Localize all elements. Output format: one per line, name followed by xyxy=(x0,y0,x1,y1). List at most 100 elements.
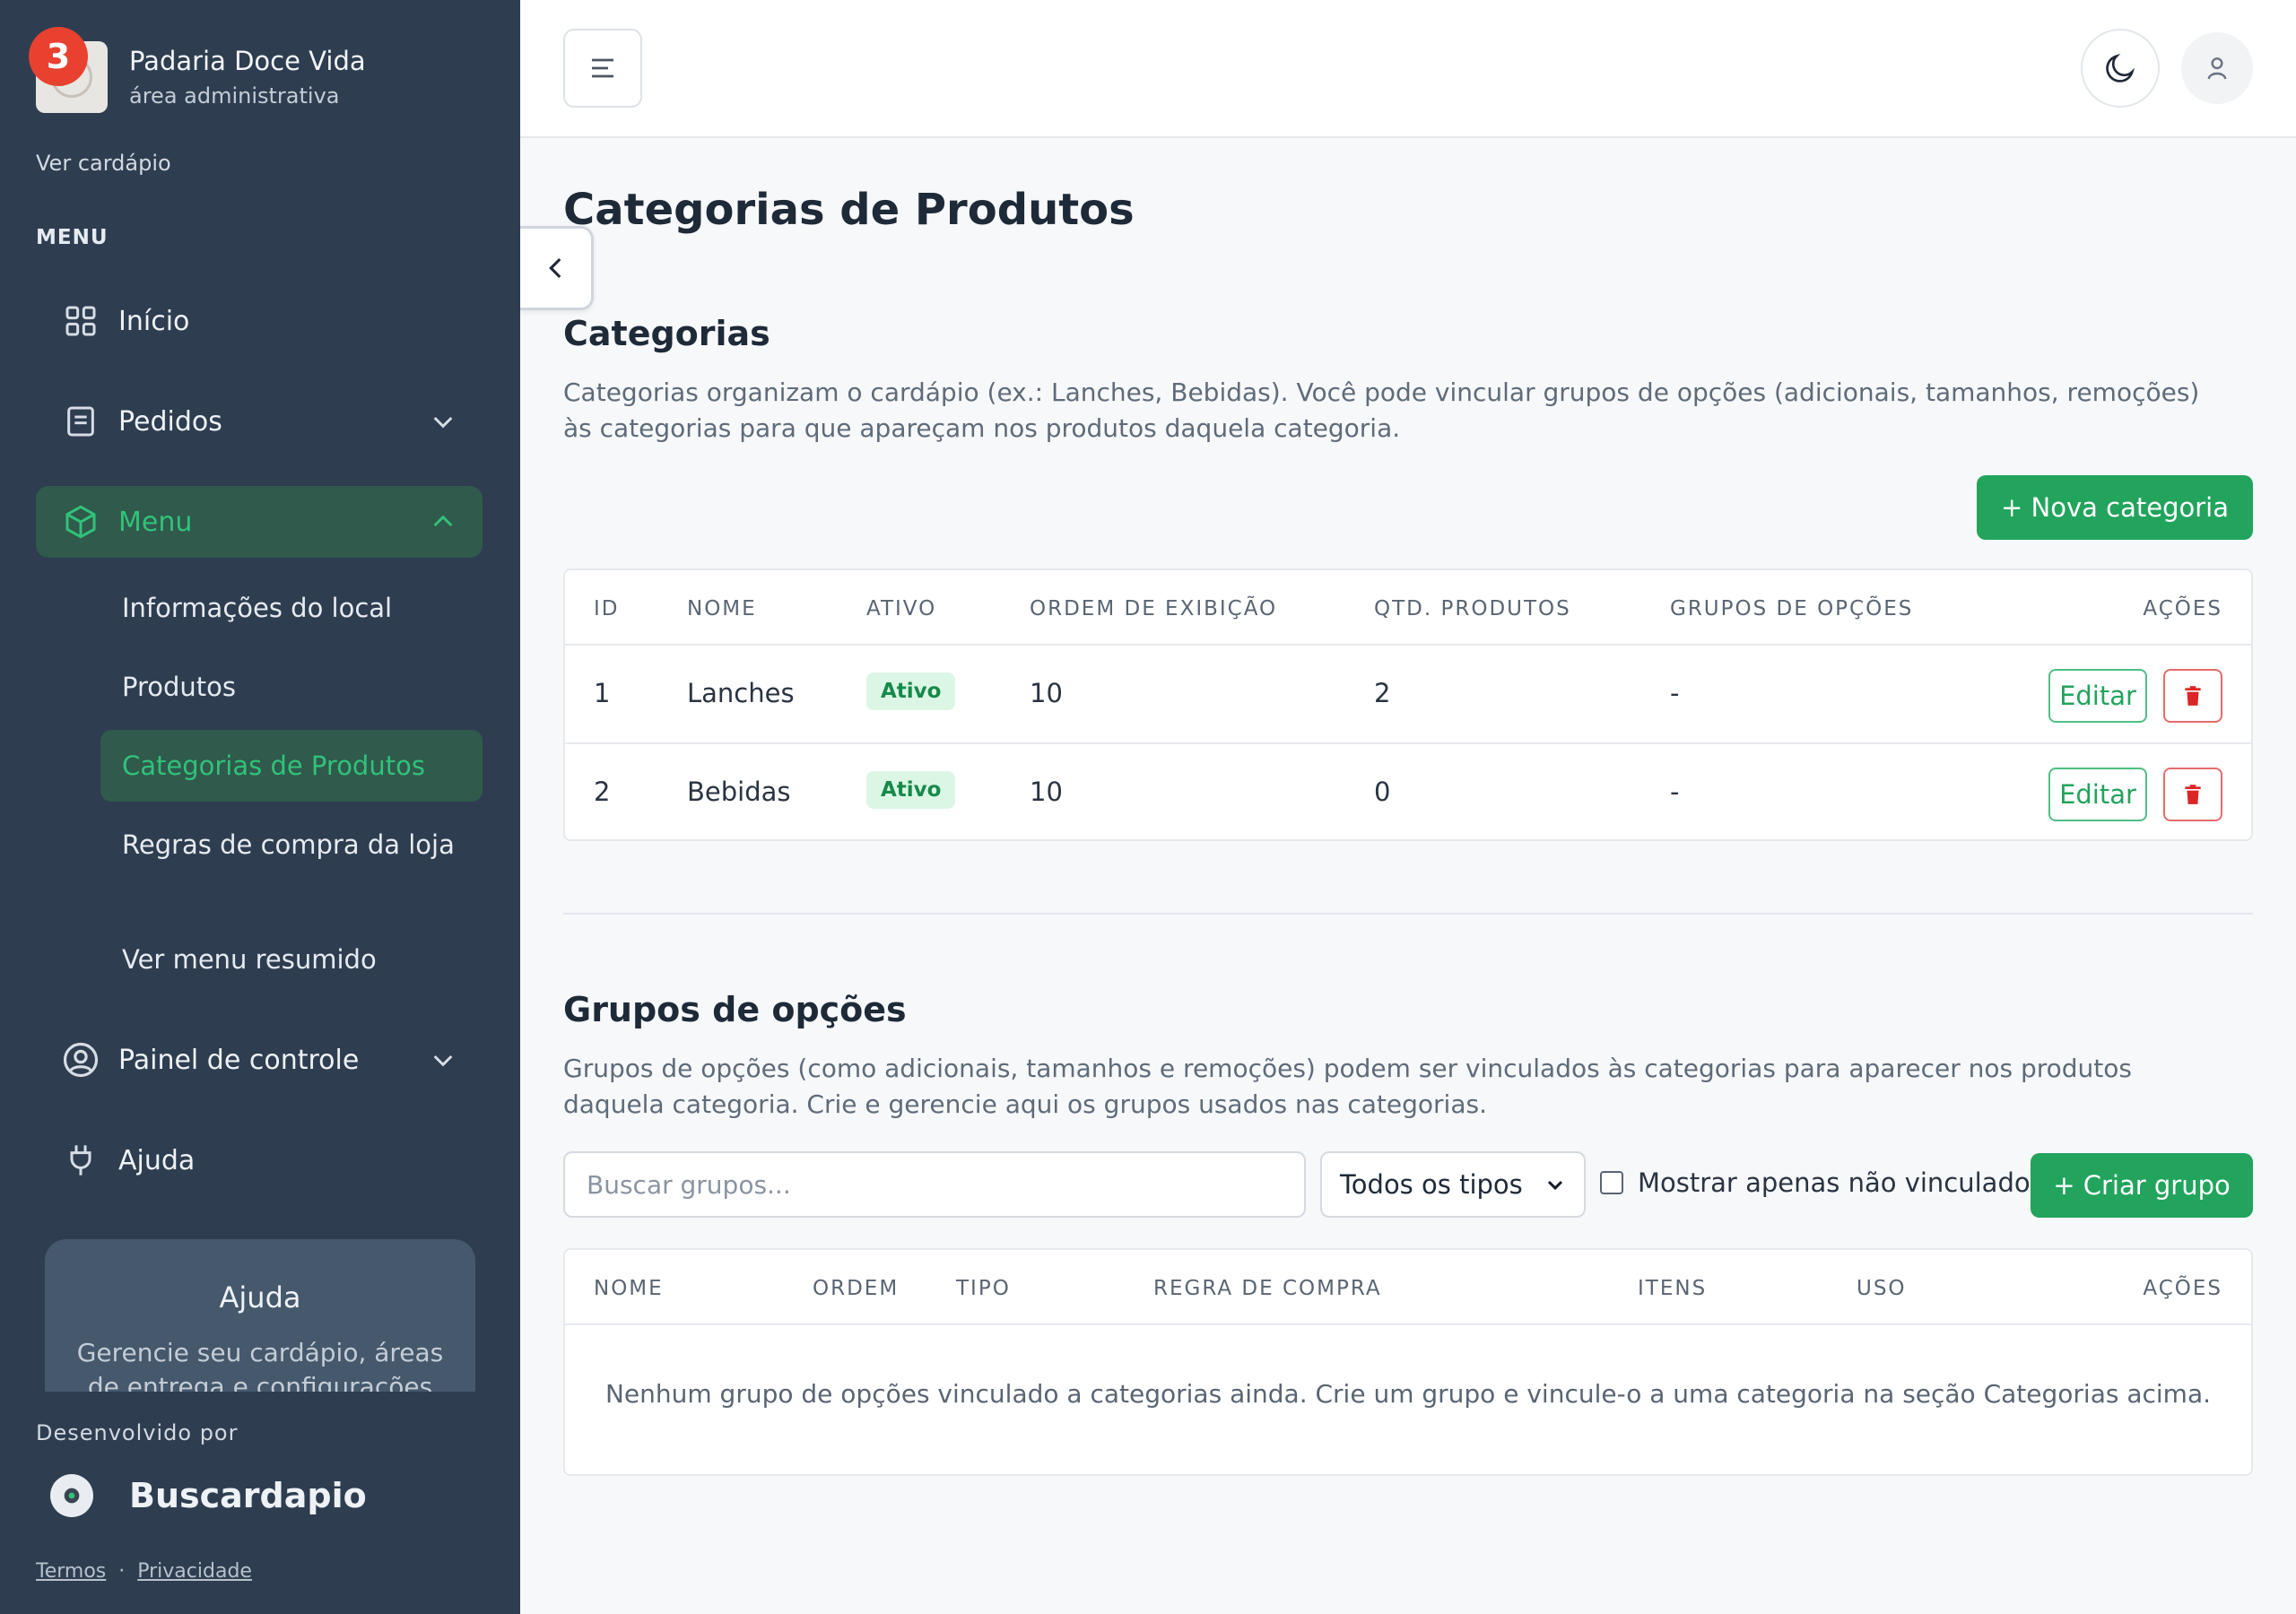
category-id: 2 xyxy=(594,777,611,807)
column-header[interactable]: REGRA DE COMPRA xyxy=(1153,1277,1382,1300)
sidebar: Padaria Doce Vida área administrativa 3 … xyxy=(0,0,520,1614)
user-circle-icon xyxy=(56,1035,106,1085)
store-name: Padaria Doce Vida xyxy=(129,46,366,76)
create-group-button[interactable]: + Criar grupo xyxy=(2031,1153,2253,1218)
top-bar xyxy=(520,0,2296,138)
section-divider xyxy=(563,913,2253,915)
option-groups-description: Grupos de opções (como adicionais, taman… xyxy=(563,1054,2132,1119)
help-card-text: Gerencie seu cardápio, áreas de entrega … xyxy=(76,1338,444,1392)
grid-icon xyxy=(56,296,106,346)
theme-toggle-button[interactable] xyxy=(2081,29,2160,108)
menu-section-label: MENU xyxy=(36,226,109,249)
type-filter-value: Todos os tipos xyxy=(1340,1169,1523,1200)
plug-icon xyxy=(56,1135,106,1185)
sidebar-item-ajuda[interactable]: Ajuda xyxy=(36,1124,483,1196)
table-row: 2 Bebidas Ativo 10 0 - Editar xyxy=(565,742,2251,841)
new-category-button[interactable]: + Nova categoria xyxy=(1977,475,2253,540)
column-header[interactable]: NOME xyxy=(687,597,757,620)
type-filter-select[interactable]: Todos os tipos xyxy=(1320,1151,1586,1218)
legal-separator: · xyxy=(118,1560,126,1583)
help-card-title: Ajuda xyxy=(219,1280,301,1315)
empty-state-message: Nenhum grupo de opções vinculado a categ… xyxy=(604,1379,2212,1409)
sidebar-item-label: Ajuda xyxy=(118,1144,196,1176)
view-menu-link[interactable]: Ver cardápio xyxy=(36,151,171,176)
display-order: 10 xyxy=(1030,678,1063,708)
submenu-item-produtos[interactable]: Produtos xyxy=(100,669,483,705)
unlinked-only-label: Mostrar apenas não vinculados xyxy=(1638,1167,2044,1198)
option-groups-section-title: Grupos de opções xyxy=(563,990,907,1029)
status-badge: Ativo xyxy=(866,771,956,809)
chevron-up-icon xyxy=(433,515,453,527)
sidebar-item-label: Pedidos xyxy=(118,405,222,438)
chevron-left-icon xyxy=(548,257,561,279)
terms-link[interactable]: Termos xyxy=(36,1560,106,1583)
status-badge: Ativo xyxy=(866,672,956,710)
column-header[interactable]: TIPO xyxy=(956,1277,1011,1300)
category-name: Bebidas xyxy=(687,777,791,807)
column-header[interactable]: ID xyxy=(594,597,620,620)
empty-row: Nenhum grupo de opções vinculado a categ… xyxy=(565,1323,2251,1476)
categories-description: Categorias organizam o cardápio (ex.: La… xyxy=(563,377,2200,443)
column-header: AÇÕES xyxy=(2143,597,2222,620)
sidebar-item-painel[interactable]: Painel de controle xyxy=(36,1024,483,1096)
sidebar-item-label: Painel de controle xyxy=(118,1044,360,1076)
column-header[interactable]: ITENS xyxy=(1638,1277,1707,1300)
submenu-item-regras-compra[interactable]: Regras de compra da loja xyxy=(100,827,483,863)
edit-button[interactable]: Editar xyxy=(2048,669,2147,723)
user-icon xyxy=(2207,57,2227,80)
sidebar-item-pedidos[interactable]: Pedidos xyxy=(36,386,483,457)
buscardapio-logo-icon xyxy=(50,1474,93,1517)
notification-badge[interactable]: 3 xyxy=(29,27,88,86)
submenu-item-categorias[interactable]: Categorias de Produtos xyxy=(100,730,483,802)
column-header[interactable]: ATIVO xyxy=(866,597,936,620)
submenu-item-informacoes[interactable]: Informações do local xyxy=(100,590,483,626)
delete-button[interactable] xyxy=(2163,669,2222,723)
developer-brand[interactable]: Buscardapio xyxy=(50,1474,367,1517)
page-title: Categorias de Produtos xyxy=(563,185,1135,235)
search-groups-input[interactable] xyxy=(563,1151,1306,1218)
category-name: Lanches xyxy=(687,678,795,708)
sidebar-item-inicio[interactable]: Início xyxy=(36,285,483,357)
developer-name: Buscardapio xyxy=(129,1476,367,1515)
column-header[interactable]: ORDEM DE EXIBIÇÃO xyxy=(1030,597,1277,620)
moon-icon xyxy=(2106,53,2135,82)
column-header[interactable]: QTD. PRODUTOS xyxy=(1374,597,1571,620)
developed-by-label: Desenvolvido por xyxy=(36,1420,239,1445)
delete-button[interactable] xyxy=(2163,768,2222,821)
option-groups: - xyxy=(1670,777,1680,807)
column-header[interactable]: NOME xyxy=(594,1277,664,1300)
user-menu-button[interactable] xyxy=(2181,32,2253,104)
product-count: 0 xyxy=(1374,777,1391,807)
option-groups-table: NOME ORDEM TIPO REGRA DE COMPRA ITENS US… xyxy=(563,1248,2253,1476)
trash-icon xyxy=(2185,785,2201,804)
store-subtitle: área administrativa xyxy=(129,83,340,108)
category-id: 1 xyxy=(594,678,611,708)
table-row: 1 Lanches Ativo 10 2 - Editar xyxy=(565,644,2251,742)
column-header[interactable]: GRUPOS DE OPÇÕES xyxy=(1670,597,1913,620)
categories-section-title: Categorias xyxy=(563,314,770,353)
receipt-icon xyxy=(56,396,106,447)
unlinked-only-checkbox[interactable] xyxy=(1600,1171,1623,1194)
display-order: 10 xyxy=(1030,777,1063,807)
sidebar-item-label: Menu xyxy=(118,506,193,538)
menu-lines-icon xyxy=(592,58,613,78)
sidebar-item-menu[interactable]: Menu xyxy=(36,486,483,558)
chevron-down-icon xyxy=(1547,1180,1563,1191)
legal-links: Termos · Privacidade xyxy=(36,1560,252,1583)
categories-table: ID NOME ATIVO ORDEM DE EXIBIÇÃO QTD. PRO… xyxy=(563,568,2253,841)
collapse-sidebar-button[interactable] xyxy=(520,226,594,310)
sidebar-item-label: Início xyxy=(118,305,190,337)
column-header: AÇÕES xyxy=(2143,1277,2222,1300)
hamburger-menu-button[interactable] xyxy=(563,29,642,108)
privacy-link[interactable]: Privacidade xyxy=(137,1560,252,1583)
submenu-item-menu-resumido[interactable]: Ver menu resumido xyxy=(100,941,483,977)
chevron-down-icon xyxy=(433,1054,453,1067)
unlinked-only-filter[interactable]: Mostrar apenas não vinculados xyxy=(1600,1167,2044,1198)
column-header[interactable]: USO xyxy=(1857,1277,1907,1300)
column-header[interactable]: ORDEM xyxy=(813,1277,899,1300)
option-groups: - xyxy=(1670,678,1680,708)
box-icon xyxy=(56,497,106,547)
product-count: 2 xyxy=(1374,678,1391,708)
chevron-down-icon xyxy=(433,416,453,429)
edit-button[interactable]: Editar xyxy=(2048,768,2147,821)
